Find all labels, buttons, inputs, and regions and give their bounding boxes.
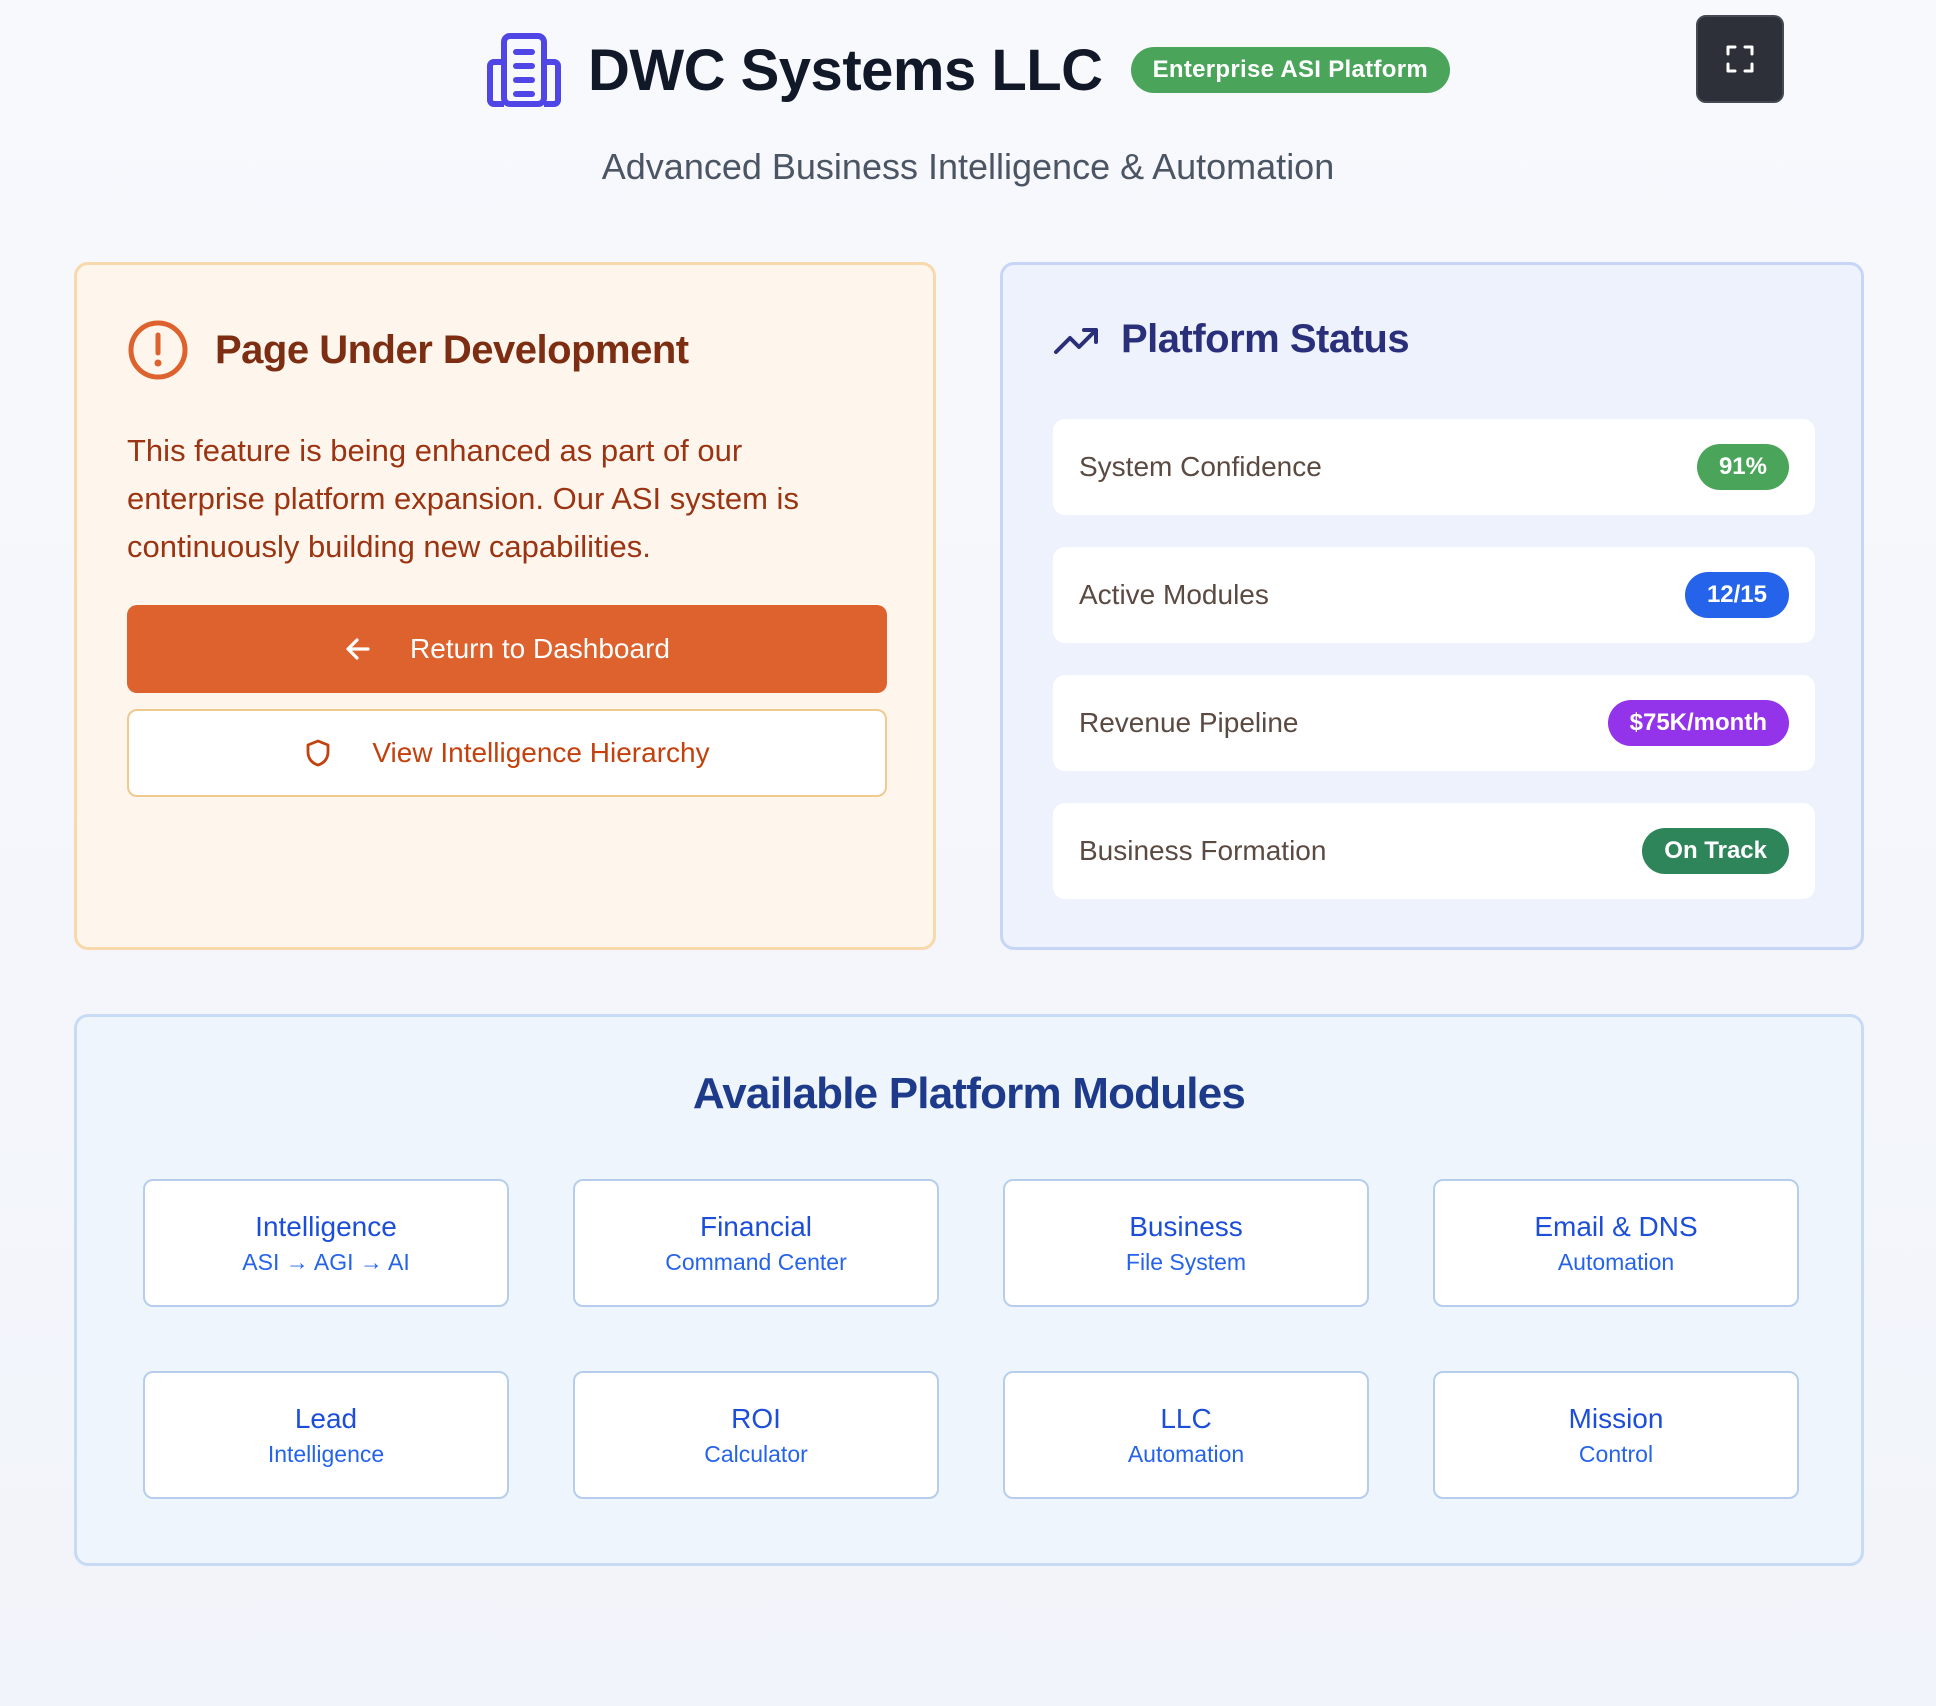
module-business[interactable]: Business File System [1003,1179,1369,1307]
platform-status-card: Platform Status System Confidence 91% Ac… [1000,262,1864,950]
status-badge: $75K/month [1607,700,1789,746]
building-icon [486,33,561,107]
module-title: Mission [1568,1402,1664,1434]
under-development-card: Page Under Development This feature is b… [74,262,936,950]
return-to-dashboard-label: Return to Dashboard [410,633,670,664]
module-subtitle: Control [1578,1440,1654,1467]
shield-icon [304,738,332,768]
status-card-header: Platform Status [1053,317,1410,362]
module-subtitle: Automation [1127,1440,1245,1467]
view-intelligence-hierarchy-button[interactable]: View Intelligence Hierarchy [127,709,887,797]
module-subtitle: Intelligence [267,1440,385,1467]
module-subtitle: Automation [1557,1248,1675,1275]
status-row-system-confidence: System Confidence 91% [1053,419,1815,515]
module-llc[interactable]: LLC Automation [1003,1371,1369,1499]
module-financial[interactable]: Financial Command Center [573,1179,939,1307]
status-card-title: Platform Status [1121,317,1410,361]
view-intelligence-hierarchy-label: View Intelligence Hierarchy [372,737,710,768]
module-title: Email & DNS [1534,1210,1698,1242]
module-subtitle: File System [1125,1248,1247,1275]
module-lead[interactable]: Lead Intelligence [143,1371,509,1499]
module-intelligence[interactable]: Intelligence ASI → AGI → AI [143,1179,509,1307]
platform-badge: Enterprise ASI Platform [1130,47,1450,93]
dev-card-header: Page Under Development [127,319,689,381]
status-row-revenue-pipeline: Revenue Pipeline $75K/month [1053,675,1815,771]
page: DWC Systems LLC Enterprise ASI Platform … [0,0,1936,1706]
arrow-left-icon [344,635,372,663]
platform-modules-section: Available Platform Modules Intelligence … [74,1014,1864,1566]
module-title: Lead [294,1402,358,1434]
status-badge: On Track [1642,828,1789,874]
dev-card-title: Page Under Development [215,327,689,372]
status-label: Business Formation [1079,835,1327,866]
module-title: Financial [699,1210,813,1242]
module-subtitle: Calculator [704,1440,808,1467]
module-title: Business [1129,1210,1243,1242]
module-roi[interactable]: ROI Calculator [573,1371,939,1499]
module-title: Intelligence [255,1210,397,1242]
page-subtitle: Advanced Business Intelligence & Automat… [601,146,1335,187]
module-title: LLC [1160,1402,1212,1434]
alert-circle-icon [128,320,188,380]
fullscreen-icon [1726,45,1754,73]
status-label: Revenue Pipeline [1079,707,1299,738]
module-subtitle: ASI → AGI → AI [242,1248,410,1275]
fullscreen-button[interactable] [1696,15,1784,103]
return-to-dashboard-button[interactable]: Return to Dashboard [127,605,887,693]
status-row-active-modules: Active Modules 12/15 [1053,547,1815,643]
header: DWC Systems LLC Enterprise ASI Platform [0,30,1936,110]
module-mission[interactable]: Mission Control [1433,1371,1799,1499]
module-subtitle: Command Center [665,1248,847,1275]
status-label: System Confidence [1079,451,1322,482]
module-email-dns[interactable]: Email & DNS Automation [1433,1179,1799,1307]
brand-title: DWC Systems LLC [587,37,1103,103]
modules-title: Available Platform Modules [692,1069,1246,1118]
status-badge: 91% [1696,444,1789,490]
status-row-business-formation: Business Formation On Track [1053,803,1815,899]
module-title: ROI [731,1402,781,1434]
trending-up-icon [1054,327,1098,354]
status-badge: 12/15 [1684,572,1789,618]
status-label: Active Modules [1079,579,1269,610]
dev-card-text: This feature is being enhanced as part o… [127,433,799,564]
